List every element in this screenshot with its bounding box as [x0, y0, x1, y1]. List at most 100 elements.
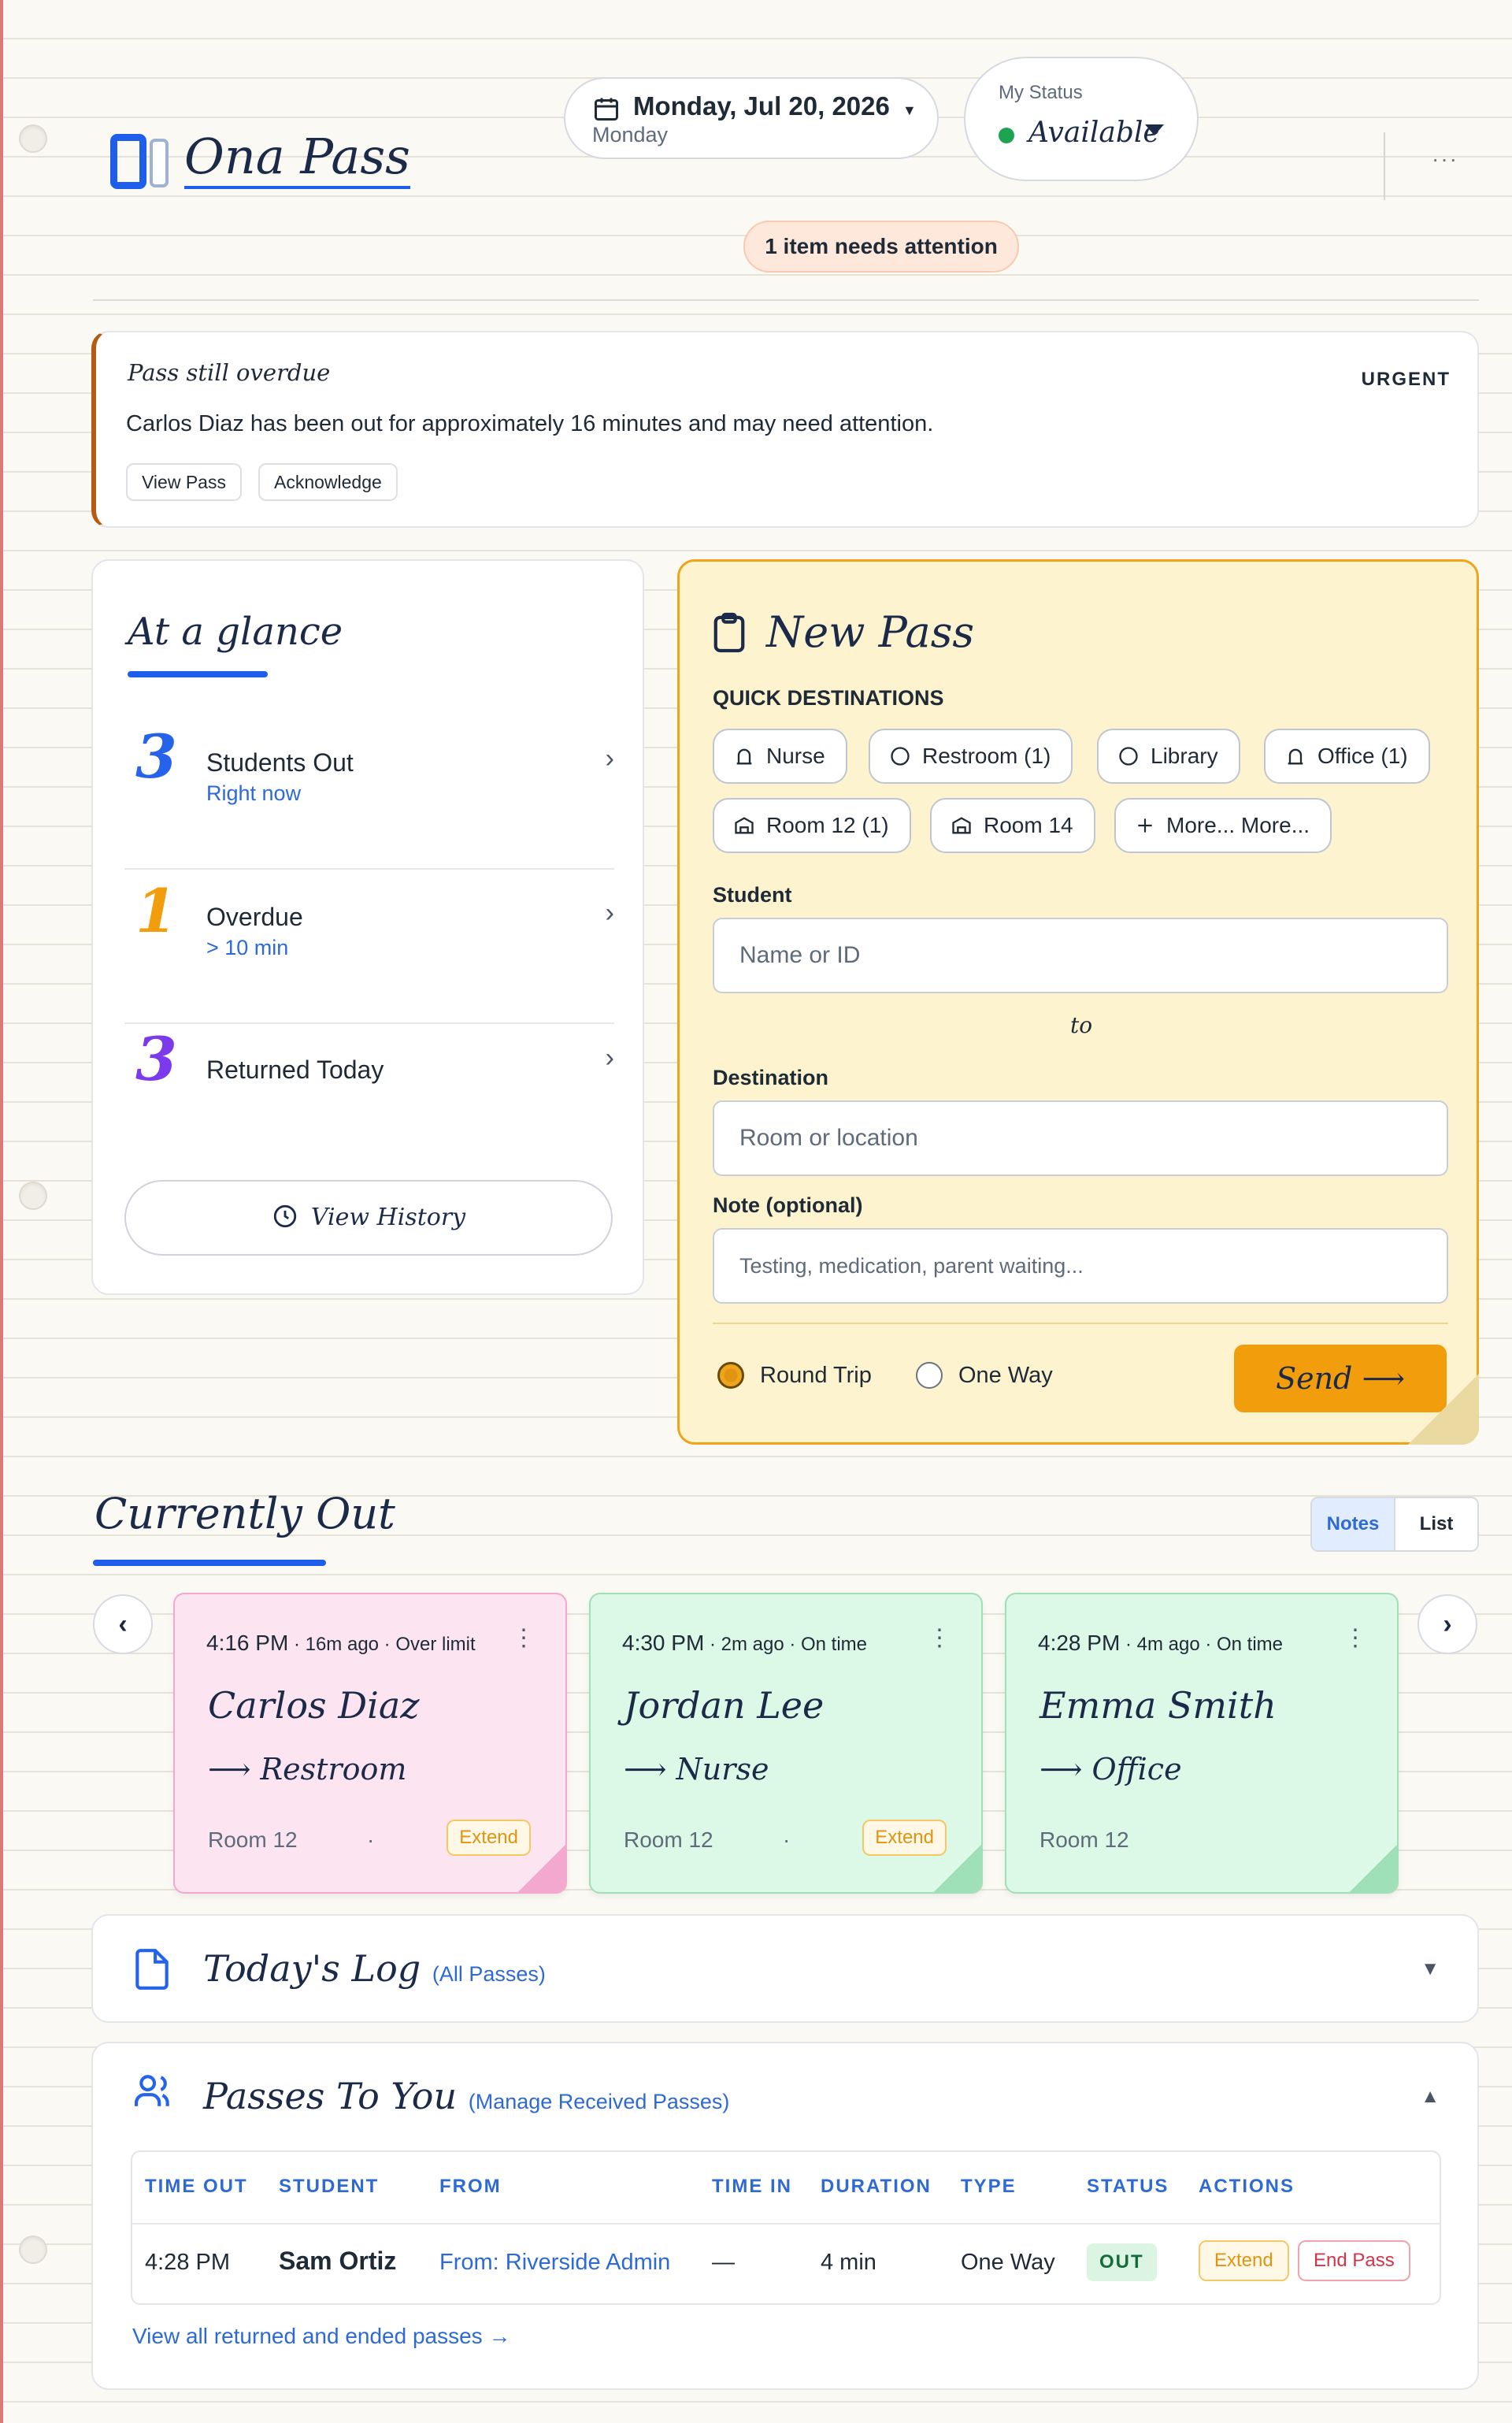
- pass-note-carlos-diaz[interactable]: 4:16 PM · 16m ago · Over limit ⋮ Carlos …: [173, 1593, 567, 1894]
- status-badge: OUT: [1087, 2243, 1157, 2281]
- destination-chip-room-12[interactable]: Room 12 (1): [713, 798, 911, 853]
- view-pass-button[interactable]: View Pass: [126, 463, 242, 501]
- radio-label: One Way: [958, 1362, 1053, 1388]
- expand-chevron-icon[interactable]: ▼: [1421, 1958, 1440, 1980]
- classroom-icon: [735, 817, 754, 834]
- glance-sub: > 10 min: [206, 936, 289, 959]
- chevron-right-icon: ›: [605, 744, 614, 774]
- all-passes-link[interactable]: (All Passes): [432, 1962, 546, 1986]
- destination-chip-nurse[interactable]: Nurse: [713, 729, 847, 784]
- acknowledge-button[interactable]: Acknowledge: [258, 463, 398, 501]
- calendar-icon: [595, 98, 618, 121]
- status-selector[interactable]: My Status Available: [964, 57, 1199, 181]
- collapse-chevron-icon[interactable]: ▲: [1421, 2086, 1440, 2108]
- manage-received-link[interactable]: (Manage Received Passes): [469, 2090, 730, 2113]
- carousel-prev-button[interactable]: ‹: [93, 1594, 153, 1654]
- view-history-button[interactable]: View History: [124, 1180, 613, 1256]
- urgent-badge: URGENT: [1361, 369, 1451, 390]
- caret-down-icon: [1145, 124, 1164, 135]
- header-rule: [93, 299, 1479, 301]
- chevron-down-icon: ▼: [902, 102, 917, 118]
- column-header: ACTIONS: [1199, 2176, 1295, 2197]
- column-header: FROM: [439, 2176, 502, 2197]
- one-way-radio[interactable]: One Way: [916, 1362, 1053, 1389]
- alert-title: Pass still overdue: [128, 359, 331, 386]
- list-view-tab[interactable]: List: [1395, 1498, 1477, 1550]
- note-fold-corner: [518, 1845, 565, 1892]
- glance-row-students-out[interactable]: 3 Students Out Right now ›: [124, 715, 614, 870]
- student-input[interactable]: [714, 919, 1447, 992]
- pass-note-jordan-lee[interactable]: 4:30 PM · 2m ago · On time ⋮ Jordan Lee …: [589, 1593, 983, 1894]
- destination-chip-library[interactable]: Library: [1097, 729, 1240, 784]
- note-detail: · 2m ago · On time: [704, 1634, 868, 1655]
- column-header: TIME IN: [712, 2176, 792, 2197]
- passes-to-you-section: Passes To You (Manage Received Passes) ▲…: [91, 2042, 1479, 2390]
- new-pass-header: New Pass: [711, 607, 974, 657]
- note-destination: ⟶ Restroom: [208, 1752, 407, 1787]
- note-time: 4:16 PM: [206, 1631, 289, 1655]
- passes-to-you-title: Passes To You (Manage Received Passes): [203, 2075, 729, 2117]
- destination-input[interactable]: [714, 1102, 1447, 1174]
- chip-label: Room 12 (1): [766, 813, 889, 837]
- cell-from[interactable]: From: Riverside Admin: [439, 2250, 670, 2276]
- glance-count: 1: [135, 876, 177, 946]
- title-underline: [128, 671, 268, 677]
- destination-chip-office[interactable]: Office (1): [1264, 729, 1430, 784]
- destination-field[interactable]: [713, 1100, 1448, 1176]
- note-student: Carlos Diaz: [208, 1684, 420, 1727]
- chip-label: Library: [1151, 744, 1218, 768]
- glance-label: Students Out: [206, 748, 354, 777]
- new-pass-title: New Pass: [766, 607, 975, 657]
- status-label: My Status: [999, 82, 1083, 103]
- destination-chip-room-14[interactable]: Room 14: [930, 798, 1095, 853]
- carousel-next-button[interactable]: ›: [1418, 1594, 1477, 1654]
- glance-row-returned[interactable]: 3 Returned Today ›: [124, 1024, 614, 1142]
- new-pass-card: New Pass QUICK DESTINATIONS Nurse Restro…: [677, 559, 1479, 1445]
- bell-icon: [1288, 748, 1303, 765]
- destination-chip-restroom[interactable]: Restroom (1): [869, 729, 1073, 784]
- logo-mark-icon: [109, 128, 173, 191]
- app-logo[interactable]: Ona Pass: [109, 128, 410, 191]
- end-pass-button[interactable]: End Pass: [1298, 2240, 1410, 2281]
- glance-row-overdue[interactable]: 1 Overdue > 10 min ›: [124, 870, 614, 1024]
- notebook-margin-line: [0, 0, 3, 2423]
- extend-button[interactable]: Extend: [1199, 2240, 1289, 2281]
- note-input[interactable]: [714, 1230, 1447, 1302]
- alert-message: Carlos Diaz has been out for approximate…: [126, 411, 934, 436]
- chip-label: Restroom (1): [922, 744, 1051, 768]
- radio-selected-icon: [717, 1362, 744, 1389]
- page-fold-corner: [1408, 1374, 1479, 1445]
- destination-chip-more[interactable]: More... More...: [1114, 798, 1332, 853]
- more-menu-icon[interactable]: ···: [1432, 147, 1458, 172]
- kebab-menu-icon[interactable]: ⋮: [1343, 1624, 1367, 1652]
- glance-label: Returned Today: [206, 1056, 384, 1084]
- kebab-menu-icon[interactable]: ⋮: [512, 1624, 536, 1652]
- todays-log-section[interactable]: Today's Log (All Passes) ▼: [91, 1914, 1479, 2023]
- notes-view-tab[interactable]: Notes: [1312, 1498, 1395, 1550]
- student-label: Student: [713, 883, 792, 907]
- date-sub: Monday: [592, 123, 669, 147]
- student-field[interactable]: [713, 918, 1448, 993]
- binder-hole: [19, 124, 47, 153]
- view-toggle: Notes List: [1310, 1497, 1479, 1552]
- column-header: TIME OUT: [145, 2176, 248, 2197]
- note-student: Jordan Lee: [624, 1684, 825, 1727]
- glance-count: 3: [135, 722, 177, 792]
- binder-hole: [19, 2236, 47, 2264]
- date-main: Monday, Jul 20, 2026: [633, 91, 890, 121]
- column-header: STATUS: [1087, 2176, 1169, 2197]
- note-label: Note (optional): [713, 1193, 863, 1217]
- chevron-right-icon: ›: [605, 898, 614, 928]
- attention-badge[interactable]: 1 item needs attention: [743, 221, 1019, 273]
- note-time: 4:28 PM: [1038, 1631, 1121, 1655]
- round-trip-radio[interactable]: Round Trip: [717, 1362, 872, 1389]
- kebab-menu-icon[interactable]: ⋮: [928, 1624, 951, 1652]
- clipboard-icon: [713, 612, 745, 652]
- note-field[interactable]: [713, 1228, 1448, 1304]
- pass-note-emma-smith[interactable]: 4:28 PM · 4m ago · On time ⋮ Emma Smith …: [1005, 1593, 1399, 1894]
- date-picker[interactable]: Monday, Jul 20, 2026 ▼ Monday: [564, 77, 939, 159]
- note-student: Emma Smith: [1040, 1684, 1277, 1727]
- document-icon: [135, 1949, 169, 1990]
- bell-icon: [736, 748, 752, 765]
- view-all-passes-link[interactable]: View all returned and ended passes →: [132, 2324, 510, 2349]
